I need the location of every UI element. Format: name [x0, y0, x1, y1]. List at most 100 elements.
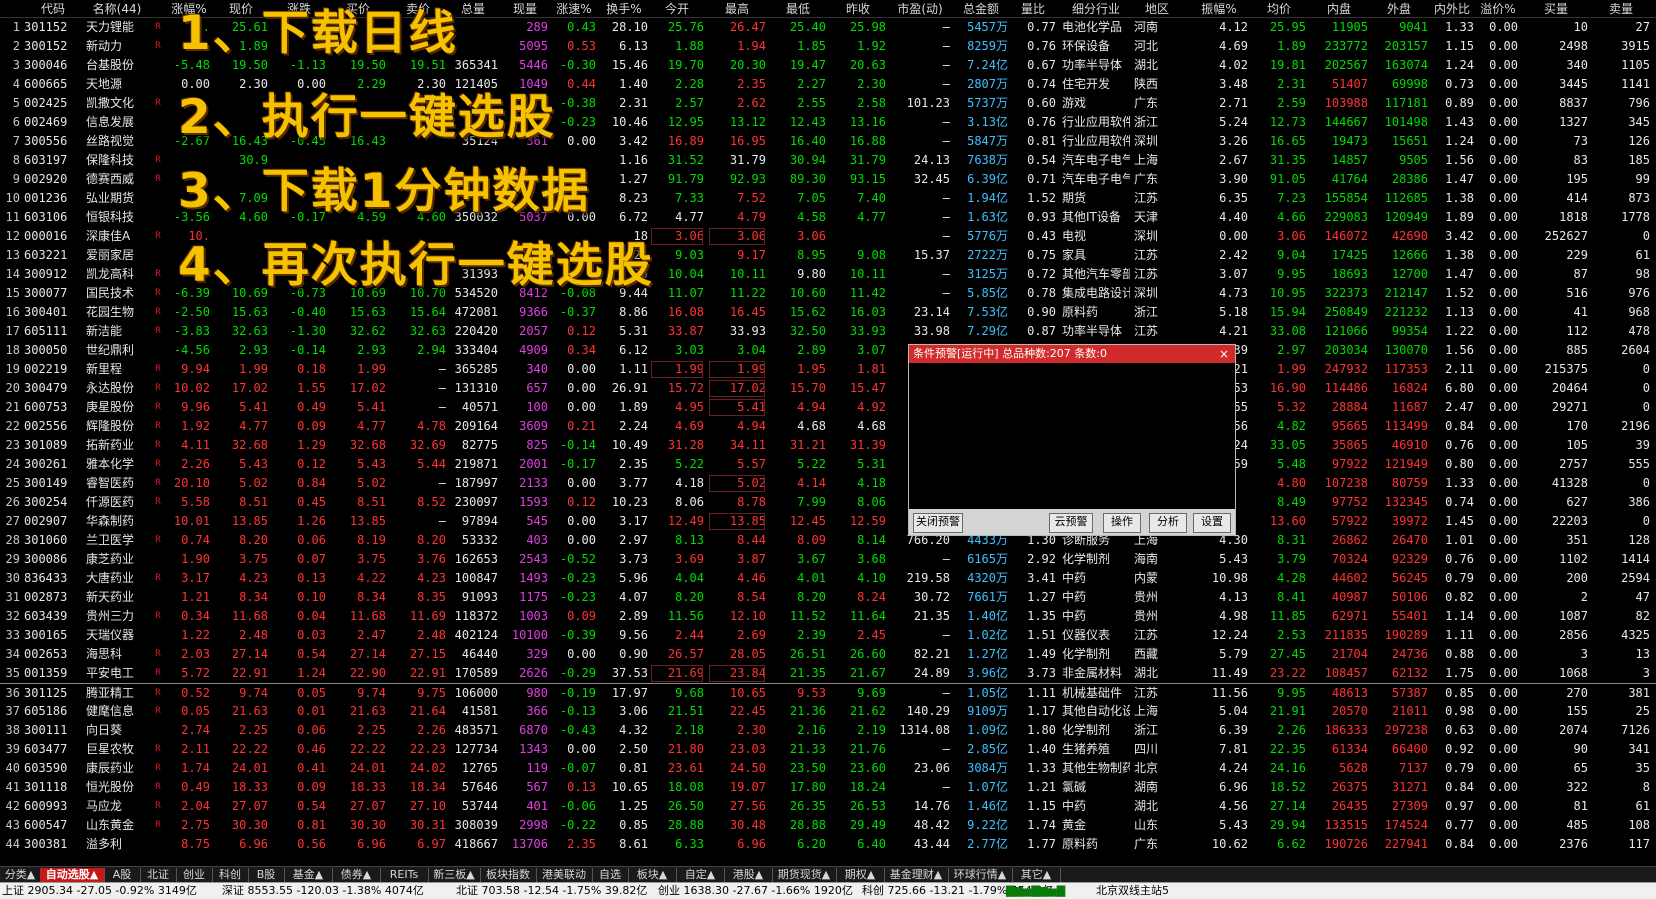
tab-6[interactable]: B股 [248, 868, 285, 882]
table-row[interactable]: 28 301060 兰卫医学 R 0.74 8.20 0.06 8.19 8.20 53332 40… [0, 531, 1656, 550]
table-row[interactable]: 38 300111 向日葵 2.74 2.25 0.06 2.25 2.26 483571 687… [0, 721, 1656, 740]
cell-spd: 0.00 [567, 742, 596, 756]
tab-4[interactable]: 创业 [176, 868, 213, 882]
tab-14[interactable]: 板块▲ [628, 868, 677, 882]
settings-button[interactable]: 设置 [1193, 513, 1231, 533]
table-row[interactable]: 41 301118 恒光股份 R 0.49 18.33 0.09 18.33 18.34 5764… [0, 778, 1656, 797]
analyze-button[interactable]: 分析 [1149, 513, 1187, 533]
tab-2[interactable]: A股 [104, 868, 141, 882]
column-header-name[interactable]: 名称(44) [86, 1, 148, 17]
cell-prem: 0.00 [1489, 77, 1518, 91]
column-header-prev[interactable]: 昨收 [830, 1, 886, 17]
column-header-out[interactable]: 外盘 [1370, 1, 1428, 17]
table-row[interactable]: 40 603590 康辰药业 R 1.74 24.01 0.41 24.01 24.02 1276… [0, 759, 1656, 778]
tab-18[interactable]: 期权▲ [836, 868, 885, 882]
tab-7[interactable]: 基金▲ [284, 868, 333, 882]
tab-19[interactable]: 基金理财▲ [884, 868, 949, 882]
table-row[interactable]: 34 002653 海思科 R 2.03 27.14 0.54 27.14 27.15 46440… [0, 645, 1656, 664]
tab-8[interactable]: 债券▲ [332, 868, 381, 882]
table-row[interactable]: 33 300165 天瑞仪器 1.22 2.48 0.03 2.47 2.48 402124 10… [0, 626, 1656, 645]
table-row[interactable]: 23 301089 拓新药业 R 4.11 32.68 1.29 32.68 32.69 8277… [0, 436, 1656, 455]
table-row[interactable]: 29 300086 康芝药业 1.90 3.75 0.07 3.75 3.76 162653 25… [0, 550, 1656, 569]
table-row[interactable]: 32 603439 贵州三力 R 0.34 11.68 0.04 11.68 11.69 1183… [0, 607, 1656, 626]
tab-21[interactable]: 其它▲ [1012, 868, 1061, 882]
table-row[interactable]: 42 600993 马应龙 R 2.04 27.07 0.54 27.07 27.10 53744… [0, 797, 1656, 816]
tab-3[interactable]: 北证 [140, 868, 177, 882]
cell-amt: 3084万 [967, 761, 1008, 775]
column-header-in[interactable]: 内盘 [1310, 1, 1368, 17]
cell-ind: 机械基础件 [1062, 686, 1123, 700]
table-row[interactable]: 26 300254 仟源医药 R 5.58 8.51 0.45 8.51 8.52 230097 1… [0, 493, 1656, 512]
table-row[interactable]: 39 603477 巨星农牧 R 2.11 22.22 0.46 22.22 22.23 1277… [0, 740, 1656, 759]
column-header-reg[interactable]: 地区 [1134, 1, 1180, 17]
table-row[interactable]: 16 300401 花园生物 R -2.50 15.63 -0.40 15.63 15.64 47… [0, 303, 1656, 322]
table-row[interactable]: 43 600547 山东黄金 R 2.75 30.30 0.81 30.30 30.31 3080… [0, 816, 1656, 835]
column-header-ind[interactable]: 细分行业 [1062, 1, 1130, 17]
cloud-alert-button[interactable]: 云预警 [1049, 513, 1093, 533]
table-row[interactable]: 21 600753 庚星股份 R 9.96 5.41 0.49 5.41 – 40571 100 0.… [0, 398, 1656, 417]
table-row[interactable]: 30 836433 大唐药业 R 3.17 4.23 0.13 4.22 4.23 100847 1… [0, 569, 1656, 588]
column-header-ior[interactable]: 内外比 [1430, 1, 1474, 17]
tab-1[interactable]: 自动选股▲ [40, 868, 105, 882]
table-row[interactable]: 27 002907 华森制药 10.01 13.85 1.26 13.85 – 97894 545… [0, 512, 1656, 531]
column-header-amt[interactable]: 总金额 [954, 1, 1008, 17]
table-row[interactable]: 37 605186 健麾信息 R 0.05 21.63 0.01 21.63 21.64 4158… [0, 702, 1656, 721]
table-row[interactable]: 36 301125 腾亚精工 R 0.52 9.74 0.05 9.74 9.75 106000 9… [0, 683, 1656, 703]
column-header-vr[interactable]: 量比 [1010, 1, 1056, 17]
column-header-spd[interactable]: 涨速% [552, 1, 596, 17]
table-row[interactable]: 19 002219 新里程 R 9.94 1.99 0.18 1.99 –365285 340 0.… [0, 360, 1656, 379]
cell-prev: 9.08 [857, 248, 886, 262]
tab-10[interactable]: 新三板▲ [428, 868, 481, 882]
column-header-sq[interactable]: 卖量 [1592, 1, 1650, 17]
tab-13[interactable]: 自选 [592, 868, 629, 882]
column-header-low[interactable]: 最低 [770, 1, 826, 17]
cell-avg: 4.28 [1277, 571, 1306, 585]
column-header-turn[interactable]: 换手% [600, 1, 648, 17]
cell-pe: 1314.08 [899, 723, 950, 737]
close-alert-button[interactable]: 关闭预警 [913, 513, 963, 533]
operation-button[interactable]: 操作 [1103, 513, 1141, 533]
shenzhen-index[interactable]: 深证 8553.55 -120.03 -1.38% 4074亿 [222, 883, 424, 899]
table-row[interactable]: 17 605111 新洁能 R -3.83 32.63 -1.30 32.62 32.63 220… [0, 322, 1656, 341]
cell-vol: 127734 [454, 742, 498, 756]
table-row[interactable]: 25 300149 睿智医药 R 20.10 5.02 0.84 5.02 –187997 213… [0, 474, 1656, 493]
tab-9[interactable]: REITs [380, 868, 429, 882]
dialog-title-bar[interactable]: 条件预警[运行中] 总品种数:207 条数:0 × [909, 345, 1235, 363]
tab-15[interactable]: 自定▲ [676, 868, 725, 882]
column-header-mk[interactable] [150, 1, 166, 17]
chinext-index[interactable]: 创业 1638.30 -27.67 -1.66% 1920亿 [658, 883, 853, 899]
column-header-open[interactable]: 今开 [650, 1, 704, 17]
column-header-prem[interactable]: 溢价% [1478, 1, 1518, 17]
cell-in: 61334 [1331, 742, 1368, 756]
table-row[interactable]: 35 001359 平安电工 R 5.72 22.91 1.24 22.90 22.91 1705… [0, 664, 1656, 683]
tab-20[interactable]: 环球行情▲ [948, 868, 1013, 882]
column-header-avg[interactable]: 均价 [1252, 1, 1306, 17]
tab-16[interactable]: 港股▲ [724, 868, 773, 882]
column-header-i[interactable] [0, 1, 20, 17]
shanghai-index[interactable]: 上证 2905.34 -27.05 -0.92% 3149亿 [2, 883, 197, 899]
column-header-amp[interactable]: 振幅% [1190, 1, 1248, 17]
column-header-high[interactable]: 最高 [708, 1, 766, 17]
column-header-pe[interactable]: 市盈(动) [890, 1, 950, 17]
condition-alert-dialog[interactable]: 条件预警[运行中] 总品种数:207 条数:0 × 关闭预警 云预警 操作 分析… [908, 344, 1236, 536]
table-row[interactable]: 24 300261 雅本化学 R 2.26 5.43 0.12 5.43 5.44 219871 2… [0, 455, 1656, 474]
alert-list[interactable] [909, 363, 1235, 508]
table-row[interactable]: 18 300050 世纪鼎利 -4.56 2.93 -0.14 2.93 2.94 333404… [0, 341, 1656, 360]
close-icon[interactable]: × [1219, 345, 1229, 363]
table-row[interactable]: 22 002556 辉隆股份 R 1.92 4.77 0.09 4.77 4.78 209164 3… [0, 417, 1656, 436]
beijing-index[interactable]: 北证 703.58 -12.54 -1.75% 39.82亿 [456, 883, 647, 899]
table-row[interactable]: 20 300479 永达股份 R 10.02 17.02 1.55 17.02 –131310 6… [0, 379, 1656, 398]
cell-sq: 126 [1628, 134, 1650, 148]
tab-5[interactable]: 科创 [212, 868, 249, 882]
table-row[interactable]: 44 300381 溢多利 8.75 6.96 0.56 6.96 6.97 418667 137… [0, 835, 1656, 854]
cell-bid: 22.22 [349, 742, 386, 756]
tab-0[interactable]: 分类▲ [0, 868, 41, 882]
tab-11[interactable]: 板块指数 [480, 868, 537, 882]
tab-17[interactable]: 期货现货▲ [772, 868, 837, 882]
cell-chg: 0.81 [297, 818, 326, 832]
column-header-bq[interactable]: 买量 [1524, 1, 1588, 17]
column-header-cur[interactable]: 现量 [502, 1, 548, 17]
column-header-code[interactable]: 代码 [24, 1, 82, 17]
table-row[interactable]: 31 002873 新天药业 1.21 8.34 0.10 8.34 8.35 91093 117… [0, 588, 1656, 607]
tab-12[interactable]: 港美联动 [536, 868, 593, 882]
